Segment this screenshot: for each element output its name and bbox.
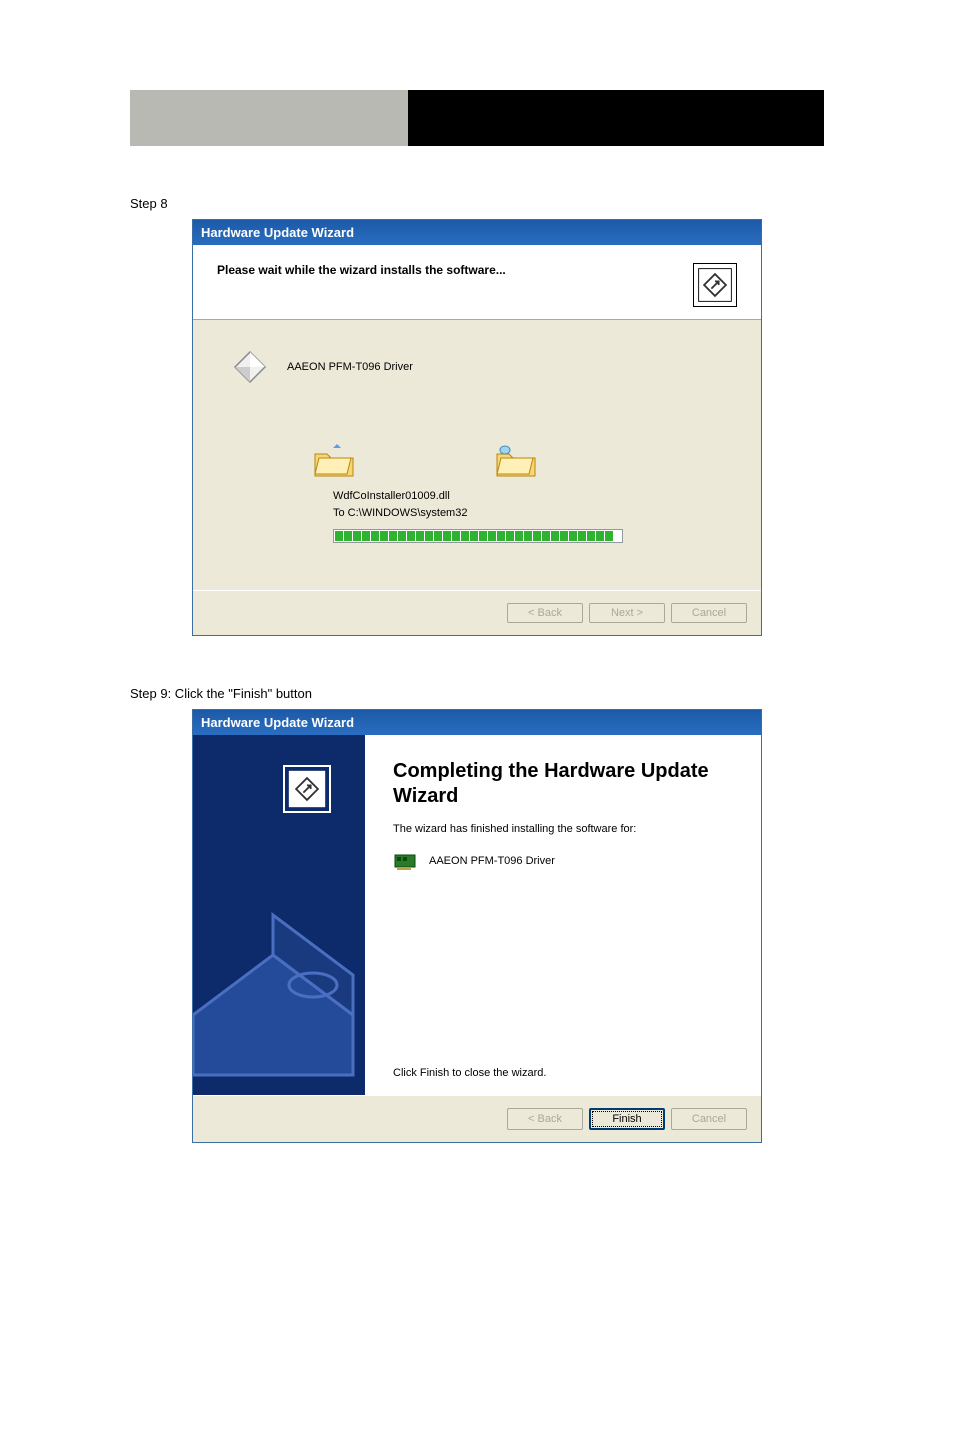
- transfer-file-text: WdfCoInstaller01009.dll To C:\WINDOWS\sy…: [333, 488, 721, 521]
- driver-row: AAEON PFM-T096 Driver: [233, 350, 721, 384]
- file-name: WdfCoInstaller01009.dll: [333, 488, 721, 505]
- next-button: Next >: [589, 603, 665, 623]
- installed-driver-name: AAEON PFM-T096 Driver: [429, 855, 555, 867]
- driver-name: AAEON PFM-T096 Driver: [287, 361, 413, 373]
- wizard-footer: < Back Next > Cancel: [193, 590, 761, 635]
- step9-label: Step 9: Click the "Finish" button: [130, 686, 824, 701]
- complete-subtext: The wizard has finished installing the s…: [393, 823, 733, 835]
- device-wizard-icon: [283, 765, 331, 813]
- wizard-main-panel: Completing the Hardware Update Wizard Th…: [365, 735, 761, 1095]
- wizard-footer: < Back Finish Cancel: [193, 1095, 761, 1142]
- wizard-header-text: Please wait while the wizard installs th…: [217, 263, 506, 277]
- step9-suffix: button: [276, 686, 312, 701]
- cancel-button: Cancel: [671, 603, 747, 623]
- step9-prefix: Step 9: Click the: [130, 686, 225, 701]
- page-header: [130, 90, 824, 146]
- wizard-sidebar: [193, 735, 365, 1095]
- header-light-section: [130, 90, 408, 146]
- transfer-row: [313, 444, 721, 480]
- hardware-update-wizard-installing: Hardware Update Wizard Please wait while…: [192, 219, 762, 636]
- diamond-icon: [233, 350, 267, 384]
- wizard-body: AAEON PFM-T096 Driver WdfCoInstaller0100…: [193, 320, 761, 590]
- device-wizard-icon: [693, 263, 737, 307]
- folder-open-source-icon: [313, 444, 355, 480]
- finish-button[interactable]: Finish: [589, 1108, 665, 1130]
- installed-driver-row: AAEON PFM-T096 Driver: [393, 849, 733, 873]
- complete-heading: Completing the Hardware Update Wizard: [393, 759, 733, 809]
- hardware-update-wizard-complete: Hardware Update Wizard Completing the Ha…: [192, 709, 762, 1143]
- cancel-button: Cancel: [671, 1108, 747, 1130]
- step9-finish-word: "Finish": [228, 686, 272, 701]
- finish-instruction: Click Finish to close the wizard.: [393, 1067, 733, 1079]
- folder-dest-icon: [495, 444, 537, 480]
- header-dark-section: [408, 90, 824, 146]
- sidebar-decoration-icon: [193, 875, 365, 1095]
- wizard-titlebar: Hardware Update Wizard: [193, 710, 761, 735]
- pci-card-icon: [393, 849, 417, 873]
- progress-bar: [333, 529, 623, 543]
- step8-label: Step 8: [130, 196, 824, 211]
- file-dest: To C:\WINDOWS\system32: [333, 505, 721, 522]
- back-button: < Back: [507, 603, 583, 623]
- back-button: < Back: [507, 1108, 583, 1130]
- wizard-titlebar: Hardware Update Wizard: [193, 220, 761, 245]
- wizard-body-complete: Completing the Hardware Update Wizard Th…: [193, 735, 761, 1095]
- wizard-header: Please wait while the wizard installs th…: [193, 245, 761, 320]
